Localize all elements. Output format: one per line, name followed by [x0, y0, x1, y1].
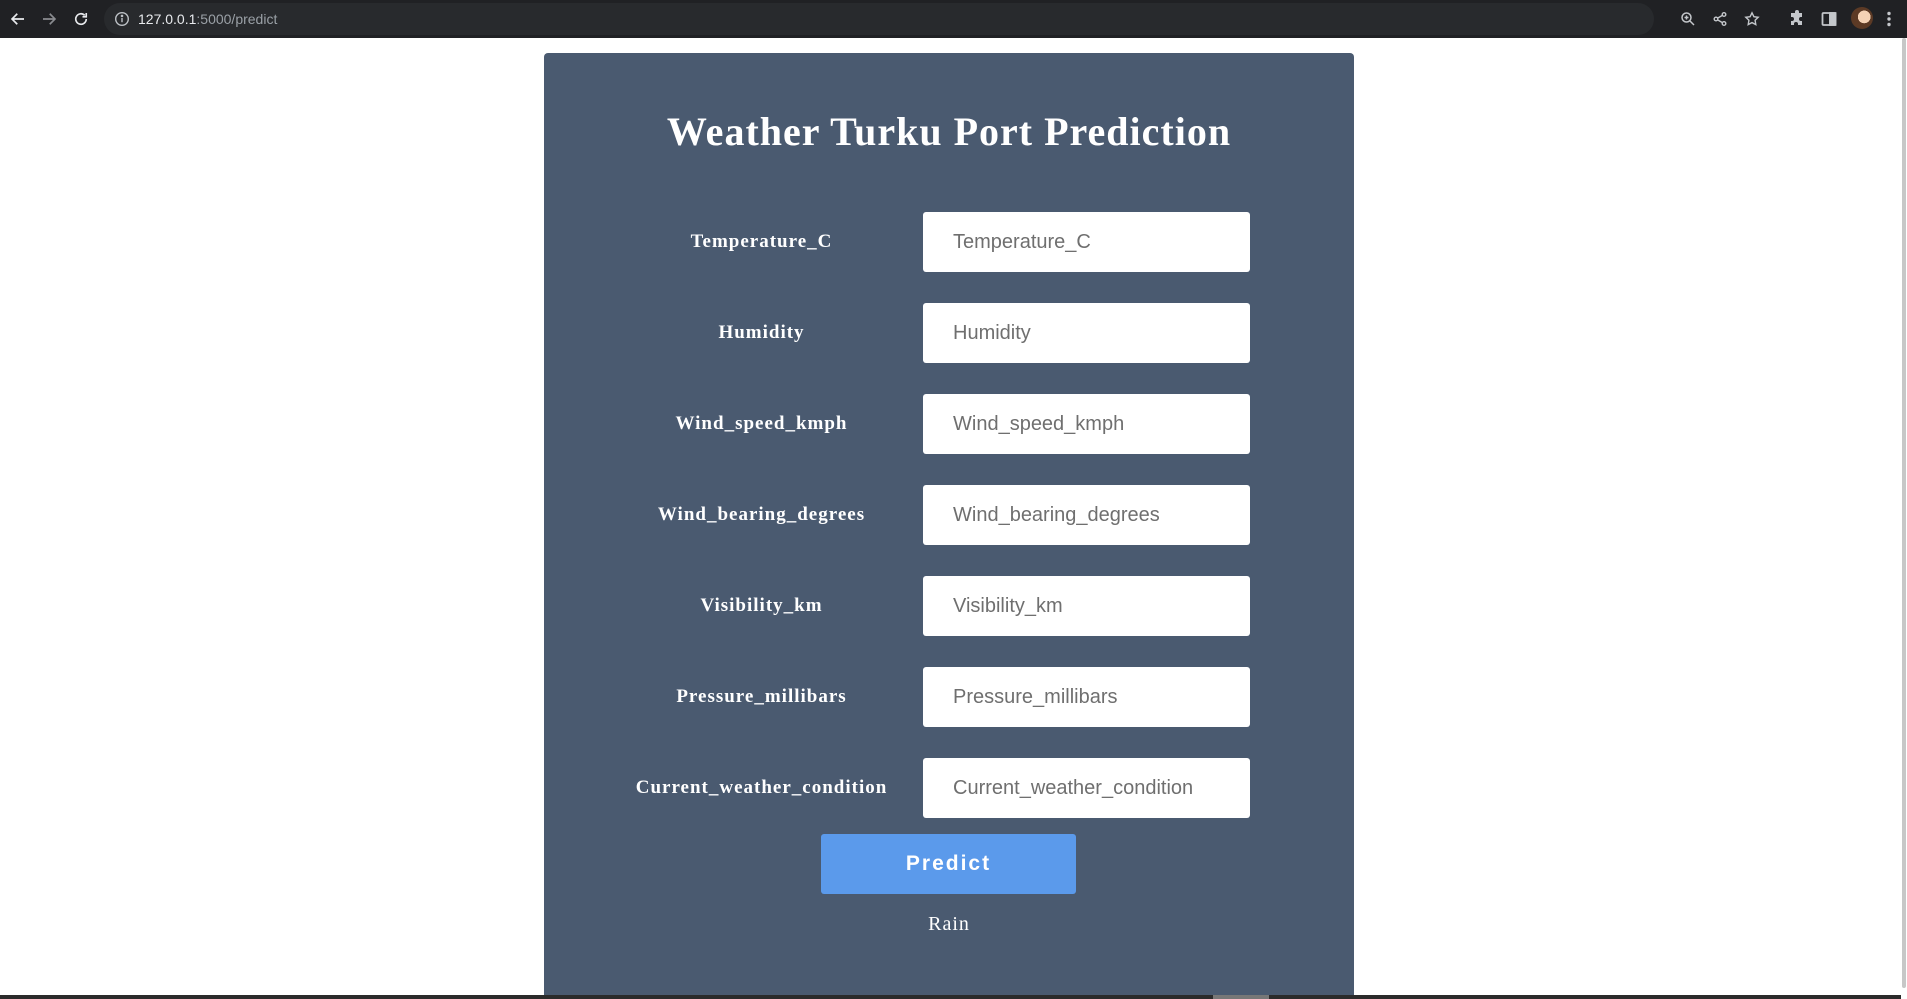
wind-bearing-label: Wind_bearing_degrees — [657, 504, 866, 525]
side-panel-icon[interactable] — [1820, 10, 1838, 28]
field-row-wind-bearing: Wind_bearing_degrees — [544, 485, 1354, 545]
temperature-input[interactable] — [923, 212, 1250, 272]
page-title: Weather Turku Port Prediction — [666, 109, 1232, 154]
pressure-label: Pressure_millibars — [676, 686, 847, 707]
profile-avatar[interactable] — [1851, 7, 1873, 29]
weather-condition-input[interactable] — [923, 758, 1250, 818]
predict-button[interactable]: Predict — [821, 834, 1076, 894]
prediction-result: Rain — [928, 913, 970, 935]
field-row-pressure: Pressure_millibars — [544, 667, 1354, 727]
wind-speed-input[interactable] — [923, 394, 1250, 454]
address-bar[interactable]: 127.0.0.1:5000/predict — [104, 3, 1760, 35]
zoom-icon[interactable] — [1680, 11, 1696, 27]
kebab-menu-icon[interactable] — [1885, 10, 1893, 28]
field-row-weather-condition: Current_weather_condition — [544, 758, 1354, 818]
visibility-input[interactable] — [923, 576, 1250, 636]
page-content: Weather Turku Port Prediction Temperatur… — [0, 38, 1907, 999]
scrollbar-thumb[interactable] — [1902, 38, 1906, 988]
share-icon[interactable] — [1712, 11, 1728, 27]
field-row-temperature: Temperature_C — [544, 212, 1354, 272]
bottom-edge-marker — [1213, 995, 1269, 999]
field-row-visibility: Visibility_km — [544, 576, 1354, 636]
field-row-wind-speed: Wind_speed_kmph — [544, 394, 1354, 454]
humidity-label: Humidity — [718, 322, 805, 343]
pressure-input[interactable] — [923, 667, 1250, 727]
url-path: :5000/predict — [196, 11, 278, 27]
bottom-edge-bar — [0, 995, 1907, 999]
wind-speed-label: Wind_speed_kmph — [675, 413, 848, 434]
extensions-puzzle-icon[interactable] — [1788, 10, 1806, 28]
browser-toolbar: 127.0.0.1:5000/predict — [0, 0, 1907, 38]
info-icon[interactable] — [114, 11, 130, 27]
url-host: 127.0.0.1 — [138, 11, 197, 27]
page-scrollbar[interactable] — [1901, 38, 1907, 999]
wind-bearing-input[interactable] — [923, 485, 1250, 545]
url-text: 127.0.0.1:5000/predict — [138, 11, 277, 27]
back-arrow-icon[interactable] — [4, 4, 32, 34]
humidity-input[interactable] — [923, 303, 1250, 363]
visibility-label: Visibility_km — [700, 595, 823, 616]
field-row-humidity: Humidity — [544, 303, 1354, 363]
star-icon[interactable] — [1744, 11, 1760, 27]
forward-arrow-icon[interactable] — [35, 4, 63, 34]
reload-icon[interactable] — [67, 4, 95, 34]
weather-condition-label: Current_weather_condition — [635, 777, 888, 798]
prediction-card: Weather Turku Port Prediction Temperatur… — [544, 53, 1354, 999]
temperature-label: Temperature_C — [690, 231, 833, 252]
